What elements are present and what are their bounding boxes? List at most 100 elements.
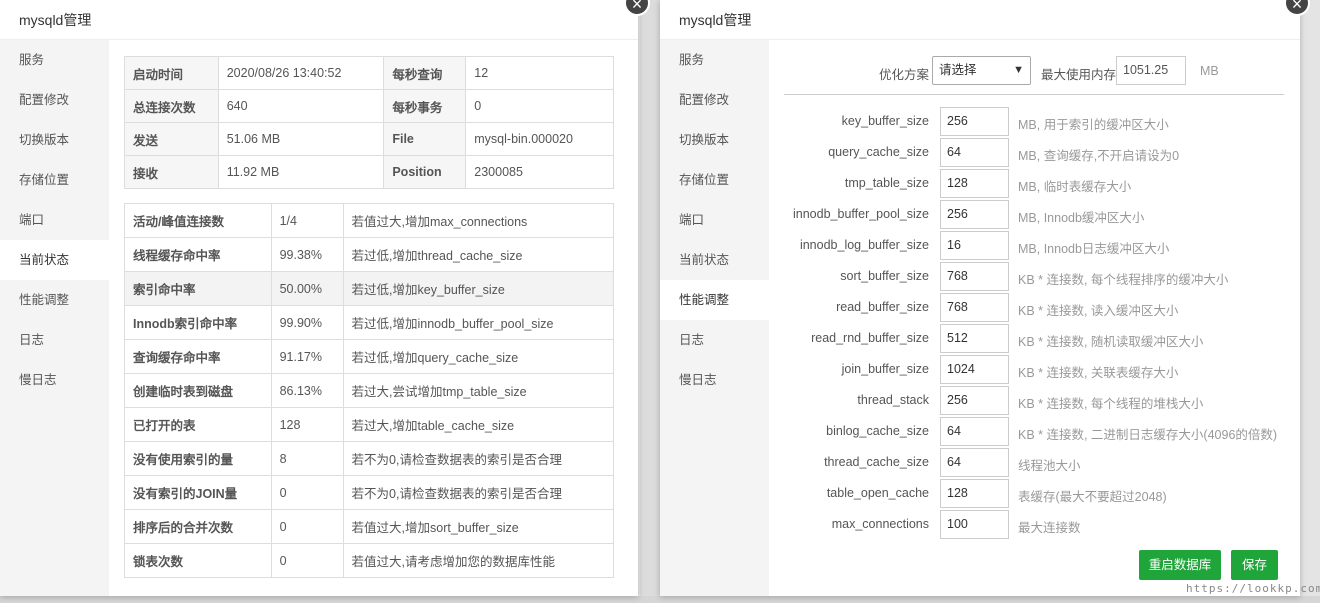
param-row: innodb_buffer_pool_size 256 MB, Innodb缓冲区大… bbox=[769, 200, 1299, 229]
param-name: key_buffer_size bbox=[841, 114, 929, 128]
status-key: 总连接次数 bbox=[124, 89, 219, 123]
param-name: tmp_table_size bbox=[844, 176, 929, 190]
status-content: 启动时间 2020/08/26 13:40:52 每秒查询 12 总连接次数 640 每秒事… bbox=[109, 40, 638, 596]
background-gap bbox=[640, 0, 660, 603]
param-name: query_cache_size bbox=[828, 145, 929, 159]
table-row: 没有使用索引的量 8 若不为0,请检查数据表的索引是否合理 bbox=[124, 441, 615, 476]
param-row: tmp_table_size 128 MB, 临时表缓存大小 bbox=[769, 169, 1299, 198]
param-input[interactable]: 128 bbox=[940, 169, 1009, 198]
sidebar-item[interactable]: 当前状态 bbox=[0, 240, 109, 280]
sidebar-item[interactable]: 服务 bbox=[0, 40, 109, 80]
save-button[interactable]: 保存 bbox=[1231, 550, 1278, 580]
param-row: max_connections 100 最大连接数 bbox=[769, 510, 1299, 539]
status-value: 51.06 MB bbox=[217, 122, 385, 156]
status-value: 640 bbox=[217, 89, 385, 123]
sidebar-item[interactable]: 存储位置 bbox=[0, 160, 109, 200]
sidebar-item[interactable]: 性能调整 bbox=[0, 280, 109, 320]
param-input[interactable]: 64 bbox=[940, 417, 1009, 446]
status-value: 2020/08/26 13:40:52 bbox=[217, 56, 385, 90]
param-description: 表缓存(最大不要超过2048) bbox=[1018, 490, 1167, 504]
sidebar: 服务 配置修改 切换版本 存储位置 端口 当前状态 性能调整 日志 慢日志 bbox=[660, 40, 769, 596]
param-name: sort_buffer_size bbox=[840, 269, 929, 283]
table-row: 查询缓存命中率 91.17% 若过低,增加query_cache_size bbox=[124, 339, 615, 374]
sidebar-item[interactable]: 配置修改 bbox=[0, 80, 109, 120]
sidebar-item[interactable]: 慢日志 bbox=[660, 360, 769, 400]
metric-value: 99.38% bbox=[270, 237, 344, 272]
param-input[interactable]: 16 bbox=[940, 231, 1009, 260]
metric-value: 91.17% bbox=[270, 339, 344, 374]
param-input[interactable]: 768 bbox=[940, 293, 1009, 322]
sidebar-item[interactable]: 当前状态 bbox=[660, 240, 769, 280]
param-description: 最大连接数 bbox=[1018, 521, 1081, 535]
param-name: thread_stack bbox=[857, 393, 929, 407]
table-row: 没有索引的JOIN量 0 若不为0,请检查数据表的索引是否合理 bbox=[124, 475, 615, 510]
param-name: binlog_cache_size bbox=[826, 424, 929, 438]
optimize-select[interactable]: 请选择 ▼ bbox=[932, 56, 1031, 85]
param-input[interactable]: 64 bbox=[940, 448, 1009, 477]
metric-hint: 若过大,尝试增加tmp_table_size bbox=[342, 373, 615, 408]
dialog-title: mysqld管理 bbox=[0, 0, 638, 40]
status-key: 接收 bbox=[124, 155, 219, 189]
metric-hint: 若值过大,增加max_connections bbox=[342, 203, 615, 238]
sidebar-item[interactable]: 切换版本 bbox=[660, 120, 769, 160]
table-row: Innodb索引命中率 99.90% 若过低,增加innodb_buffer_poo… bbox=[124, 305, 615, 340]
max-memory-input[interactable]: 1051.25 bbox=[1116, 56, 1186, 85]
param-input[interactable]: 512 bbox=[940, 324, 1009, 353]
table-row: 启动时间 2020/08/26 13:40:52 每秒查询 12 bbox=[124, 56, 614, 90]
param-description: MB, 临时表缓存大小 bbox=[1018, 180, 1132, 194]
metric-value: 128 bbox=[270, 407, 344, 442]
table-row: 创建临时表到磁盘 86.13% 若过大,尝试增加tmp_table_size bbox=[124, 373, 615, 408]
sidebar-item[interactable]: 日志 bbox=[0, 320, 109, 360]
metric-hint: 若过低,增加key_buffer_size bbox=[342, 271, 615, 306]
status-key: Position bbox=[383, 155, 467, 189]
metric-name: 没有使用索引的量 bbox=[124, 441, 272, 476]
metric-name: 排序后的合并次数 bbox=[124, 509, 272, 544]
param-input[interactable]: 64 bbox=[940, 138, 1009, 167]
param-input[interactable]: 1024 bbox=[940, 355, 1009, 384]
sidebar-item[interactable]: 日志 bbox=[660, 320, 769, 360]
metric-hint: 若不为0,请检查数据表的索引是否合理 bbox=[342, 475, 615, 510]
param-description: MB, 用于索引的缓冲区大小 bbox=[1018, 118, 1169, 132]
table-row: 活动/峰值连接数 1/4 若值过大,增加max_connections bbox=[124, 203, 615, 238]
param-input[interactable]: 256 bbox=[940, 107, 1009, 136]
param-name: join_buffer_size bbox=[841, 362, 929, 376]
table-row: 接收 11.92 MB Position 2300085 bbox=[124, 155, 614, 189]
param-row: read_rnd_buffer_size 512 KB * 连接数, 随机读取缓冲区… bbox=[769, 324, 1299, 353]
status-key: File bbox=[383, 122, 467, 156]
param-input[interactable]: 128 bbox=[940, 479, 1009, 508]
param-description: MB, Innodb日志缓冲区大小 bbox=[1018, 242, 1170, 256]
sidebar-item[interactable]: 端口 bbox=[660, 200, 769, 240]
param-input[interactable]: 768 bbox=[940, 262, 1009, 291]
metric-name: 线程缓存命中率 bbox=[124, 237, 272, 272]
sidebar-item[interactable]: 存储位置 bbox=[660, 160, 769, 200]
param-input[interactable]: 100 bbox=[940, 510, 1009, 539]
background-bottom bbox=[0, 596, 1320, 603]
restart-database-button[interactable]: 重启数据库 bbox=[1139, 550, 1221, 580]
status-key: 发送 bbox=[124, 122, 219, 156]
tuning-content: 优化方案 请选择 ▼ 最大使用内存 1051.25 MB key_buffer_… bbox=[769, 40, 1300, 596]
param-description: KB * 连接数, 每个线程的堆栈大小 bbox=[1018, 397, 1204, 411]
metric-value: 0 bbox=[270, 509, 344, 544]
metrics-table: 活动/峰值连接数 1/4 若值过大,增加max_connections 线程缓存命中率… bbox=[124, 203, 615, 578]
metric-name: 已打开的表 bbox=[124, 407, 272, 442]
param-row: binlog_cache_size 64 KB * 连接数, 二进制日志缓存大小(4… bbox=[769, 417, 1299, 446]
param-name: read_rnd_buffer_size bbox=[811, 331, 929, 345]
param-row: read_buffer_size 768 KB * 连接数, 读入缓冲区大小 bbox=[769, 293, 1299, 322]
sidebar-item[interactable]: 慢日志 bbox=[0, 360, 109, 400]
param-name: table_open_cache bbox=[826, 486, 929, 500]
status-key: 每秒事务 bbox=[383, 89, 467, 123]
param-row: thread_cache_size 64 线程池大小 bbox=[769, 448, 1299, 477]
sidebar-item[interactable]: 端口 bbox=[0, 200, 109, 240]
param-input[interactable]: 256 bbox=[940, 386, 1009, 415]
metric-value: 8 bbox=[270, 441, 344, 476]
optimize-select-value: 请选择 bbox=[939, 63, 977, 77]
param-row: key_buffer_size 256 MB, 用于索引的缓冲区大小 bbox=[769, 107, 1299, 136]
param-input[interactable]: 256 bbox=[940, 200, 1009, 229]
sidebar-item[interactable]: 切换版本 bbox=[0, 120, 109, 160]
metric-name: 没有索引的JOIN量 bbox=[124, 475, 272, 510]
watermark: https://lookkp.com bbox=[1186, 582, 1320, 595]
sidebar-item[interactable]: 服务 bbox=[660, 40, 769, 80]
sidebar-item[interactable]: 配置修改 bbox=[660, 80, 769, 120]
sidebar-item[interactable]: 性能调整 bbox=[660, 280, 769, 320]
metric-hint: 若过低,增加innodb_buffer_pool_size bbox=[342, 305, 615, 340]
